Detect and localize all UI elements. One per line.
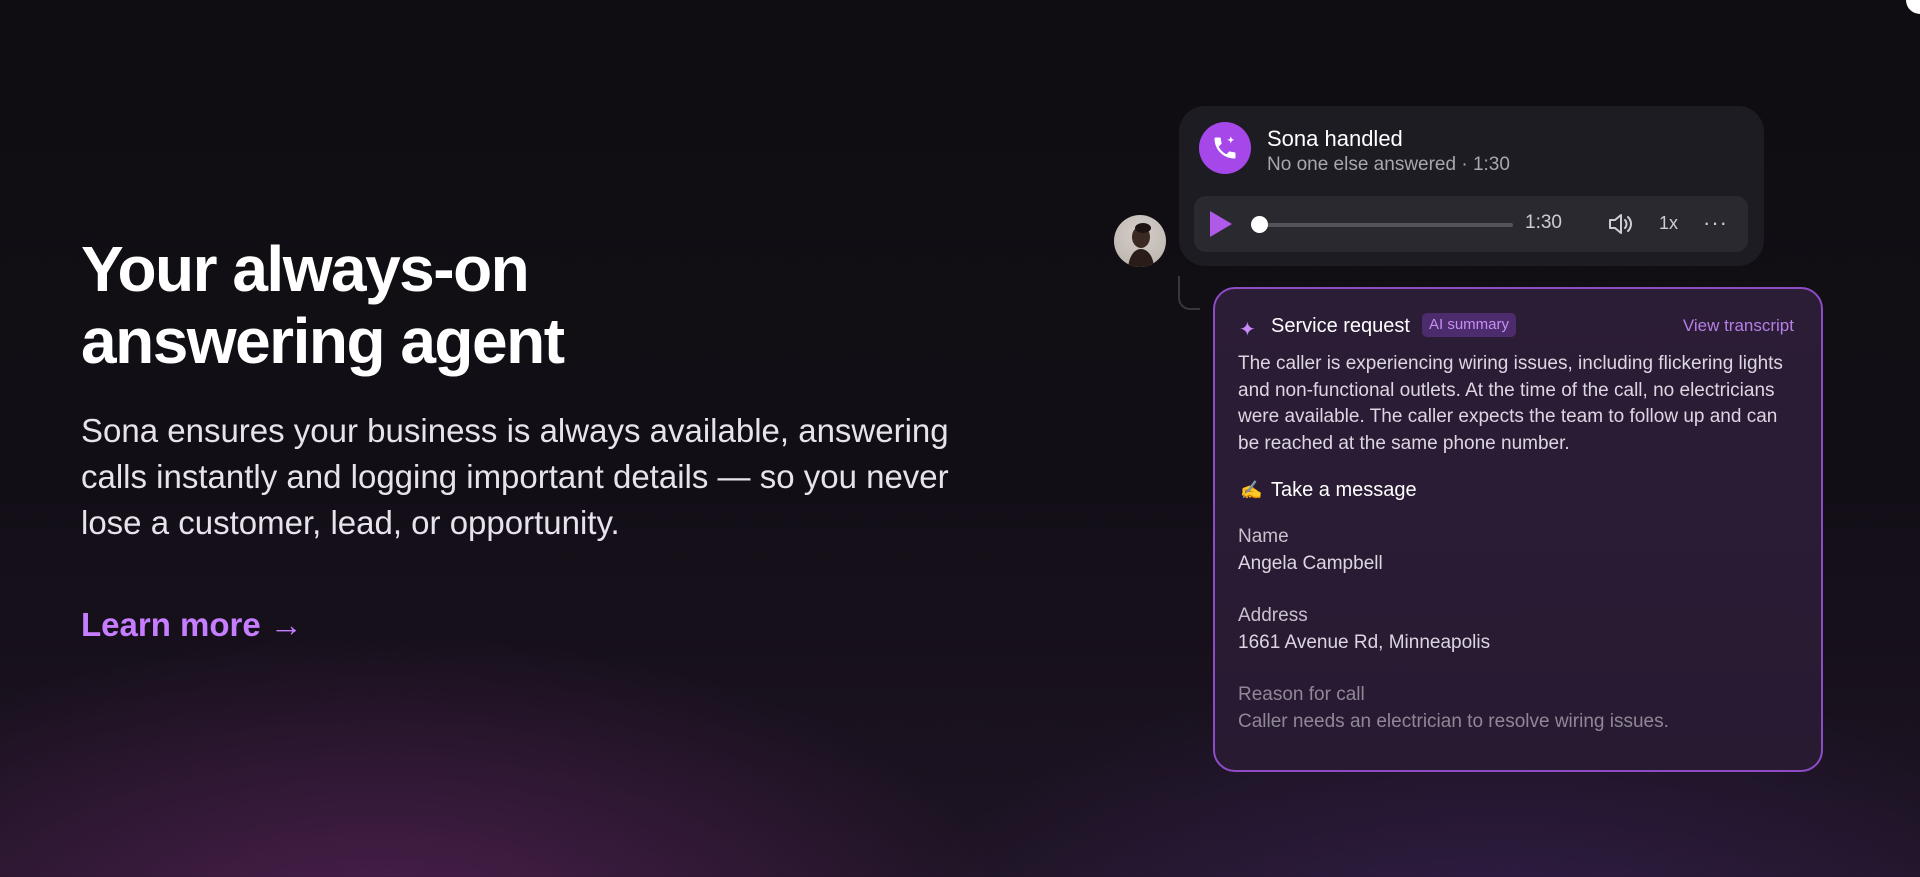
field-value-reason: Caller needs an electrician to resolve w… bbox=[1238, 711, 1669, 732]
call-title: Sona handled bbox=[1267, 126, 1403, 151]
volume-icon[interactable] bbox=[1606, 211, 1636, 237]
audio-player: 1:30 1x ··· bbox=[1194, 196, 1748, 252]
field-label-reason: Reason for call bbox=[1238, 684, 1365, 705]
field-value-name: Angela Campbell bbox=[1238, 553, 1383, 574]
view-transcript-link[interactable]: View transcript bbox=[1683, 316, 1794, 336]
play-icon[interactable] bbox=[1210, 211, 1232, 237]
ai-summary-badge: AI summary bbox=[1422, 313, 1517, 337]
phone-sparkle-icon bbox=[1199, 122, 1251, 174]
field-label-address: Address bbox=[1238, 605, 1308, 626]
summary-title: Service request bbox=[1271, 315, 1410, 337]
playback-speed-button[interactable]: 1x bbox=[1659, 213, 1678, 234]
hero-description: Sona ensures your business is always ava… bbox=[81, 412, 949, 541]
sparkle-icon: ✦ bbox=[1239, 319, 1256, 341]
take-message-title: Take a message bbox=[1271, 479, 1417, 501]
progress-knob[interactable] bbox=[1251, 216, 1268, 233]
hero-section: Your always-on answering agent Sona ensu… bbox=[81, 233, 981, 644]
field-label-name: Name bbox=[1238, 526, 1289, 547]
call-card: Sona handled No one else answered · 1:30… bbox=[1179, 106, 1764, 266]
thread-connector bbox=[1178, 276, 1200, 310]
service-request-card: ✦ Service request AI summary View transc… bbox=[1213, 287, 1823, 772]
hero-title: Your always-on answering agent bbox=[81, 233, 565, 377]
call-subtitle: No one else answered · 1:30 bbox=[1267, 154, 1510, 175]
field-value-address: 1661 Avenue Rd, Minneapolis bbox=[1238, 632, 1491, 653]
corner-indicator bbox=[1906, 0, 1920, 14]
player-time: 1:30 bbox=[1525, 212, 1562, 233]
more-horizontal-icon[interactable]: ··· bbox=[1703, 210, 1728, 236]
learn-more-link[interactable]: Learn more → bbox=[81, 606, 303, 644]
progress-bar[interactable] bbox=[1259, 223, 1513, 227]
writing-hand-icon: ✍️ bbox=[1240, 480, 1263, 500]
summary-text: The caller is experiencing wiring issues… bbox=[1238, 353, 1783, 454]
caller-avatar bbox=[1114, 215, 1166, 267]
